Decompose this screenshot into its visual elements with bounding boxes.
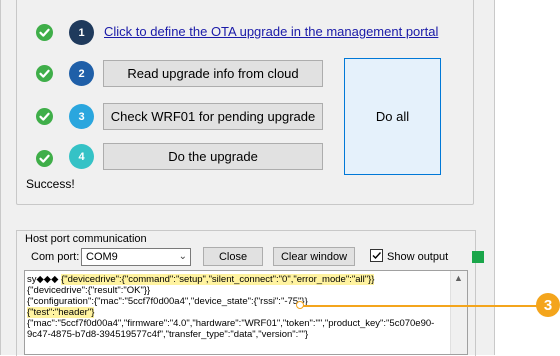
scroll-up-arrow-icon[interactable]: ▲ [454,273,463,283]
chevron-down-icon: ⌄ [178,251,187,262]
clear-window-button[interactable]: Clear window [273,247,355,266]
step4-check-icon [36,150,53,167]
show-output-label: Show output [387,251,449,263]
console-line: {"test":"header"} [27,307,95,318]
console-text: {"mac":"5ccf7f0d00a4","firmware":"4.0","… [27,318,435,329]
console-line: {"devicedrive":{"result":"OK"}} [27,285,150,296]
console-line: sy◆◆◆ {"devicedrive":{"command":"setup",… [27,274,375,285]
callout-anchor [296,301,304,309]
step1-check-icon [36,24,53,41]
step2-number-icon: 2 [69,61,94,86]
connection-status-indicator [472,251,484,263]
app-window: 1 Click to define the OTA upgrade in the… [0,0,495,356]
console-line: {"configuration":{"mac":"5ccf7f0d00a4","… [27,296,308,307]
host-port-group-title: Host port communication [23,233,149,245]
output-console[interactable]: sy◆◆◆ {"devicedrive":{"command":"setup",… [24,270,468,355]
callout-badge: 3 [536,293,560,317]
step3-number-icon: 3 [69,104,94,129]
console-text: {"devicedrive":{"result":"OK"}} [27,285,151,296]
console-prefix: sy◆◆◆ [27,274,62,285]
console-line: 9c47-4875-b7d8-394519577c4f","transfer_t… [27,329,308,340]
do-upgrade-button[interactable]: Do the upgrade [103,143,323,170]
show-output-checkbox[interactable] [370,249,383,262]
step4-number-icon: 4 [69,144,94,169]
console-text: 9c47-4875-b7d8-394519577c4f","transfer_t… [27,329,309,340]
com-port-value: COM9 [86,251,118,263]
check-pending-upgrade-button[interactable]: Check WRF01 for pending upgrade [103,103,323,130]
console-line: {"mac":"5ccf7f0d00a4","firmware":"4.0","… [27,318,434,329]
step1-number-icon: 1 [69,20,94,45]
com-port-label: Com port: [31,251,80,263]
console-text: {"configuration":{"mac":"5ccf7f0d00a4","… [27,296,308,307]
step3-check-icon [36,108,53,125]
console-text: {"devicedrive":{"command":"setup","silen… [61,274,375,285]
callout-leader-line [300,305,540,307]
status-text: Success! [26,177,75,191]
define-ota-link[interactable]: Click to define the OTA upgrade in the m… [104,24,438,39]
step2-check-icon [36,65,53,82]
close-button[interactable]: Close [203,247,263,266]
console-scrollbar[interactable]: ▲ [450,271,467,354]
do-all-button[interactable]: Do all [344,58,441,175]
read-upgrade-info-button[interactable]: Read upgrade info from cloud [103,60,323,87]
console-text: {"test":"header"} [27,307,95,318]
com-port-select[interactable]: COM9 ⌄ [81,248,191,266]
